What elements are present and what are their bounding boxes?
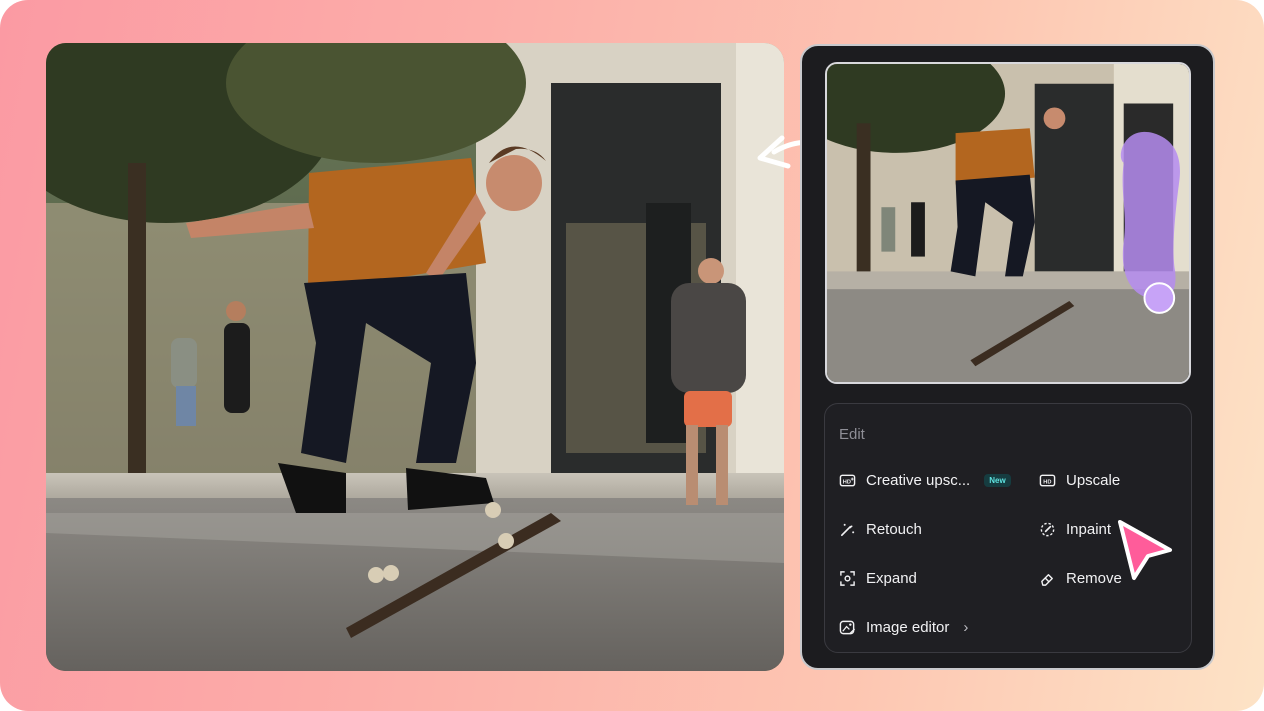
image-editor-label: Image editor bbox=[866, 618, 950, 636]
retouch-button[interactable]: Retouch bbox=[839, 515, 922, 543]
pointer-cursor-icon bbox=[1118, 520, 1172, 580]
marketing-stage: Edit HD Creative upsc... New HD Upscale bbox=[0, 0, 1264, 711]
expand-frame-icon bbox=[839, 570, 856, 587]
magic-wand-icon bbox=[839, 521, 856, 538]
retouch-label: Retouch bbox=[866, 520, 922, 538]
svg-text:HD: HD bbox=[1043, 479, 1051, 485]
inpaint-button[interactable]: Inpaint bbox=[1039, 515, 1111, 543]
image-editor-button[interactable]: Image editor › bbox=[839, 613, 968, 641]
hd-icon: HD bbox=[1039, 472, 1056, 489]
upscale-button[interactable]: HD Upscale bbox=[1039, 466, 1120, 494]
result-photo bbox=[46, 43, 784, 671]
svg-text:HD: HD bbox=[843, 479, 851, 485]
expand-button[interactable]: Expand bbox=[839, 564, 917, 592]
source-photo bbox=[825, 62, 1191, 384]
expand-label: Expand bbox=[866, 569, 917, 587]
image-edit-icon bbox=[839, 619, 856, 636]
inpaint-label: Inpaint bbox=[1066, 520, 1112, 538]
inpaint-brush-icon bbox=[1039, 521, 1056, 538]
hd-plus-icon: HD bbox=[839, 472, 856, 489]
upscale-label: Upscale bbox=[1066, 471, 1121, 489]
chevron-right-icon: › bbox=[963, 618, 969, 636]
edit-heading: Edit bbox=[839, 426, 865, 443]
new-badge: New bbox=[984, 473, 1011, 487]
remove-button[interactable]: Remove bbox=[1039, 564, 1122, 592]
eraser-icon bbox=[1039, 570, 1056, 587]
creative-upscale-button[interactable]: HD Creative upsc... New bbox=[839, 466, 1011, 494]
creative-upscale-label: Creative upsc... bbox=[866, 471, 971, 489]
